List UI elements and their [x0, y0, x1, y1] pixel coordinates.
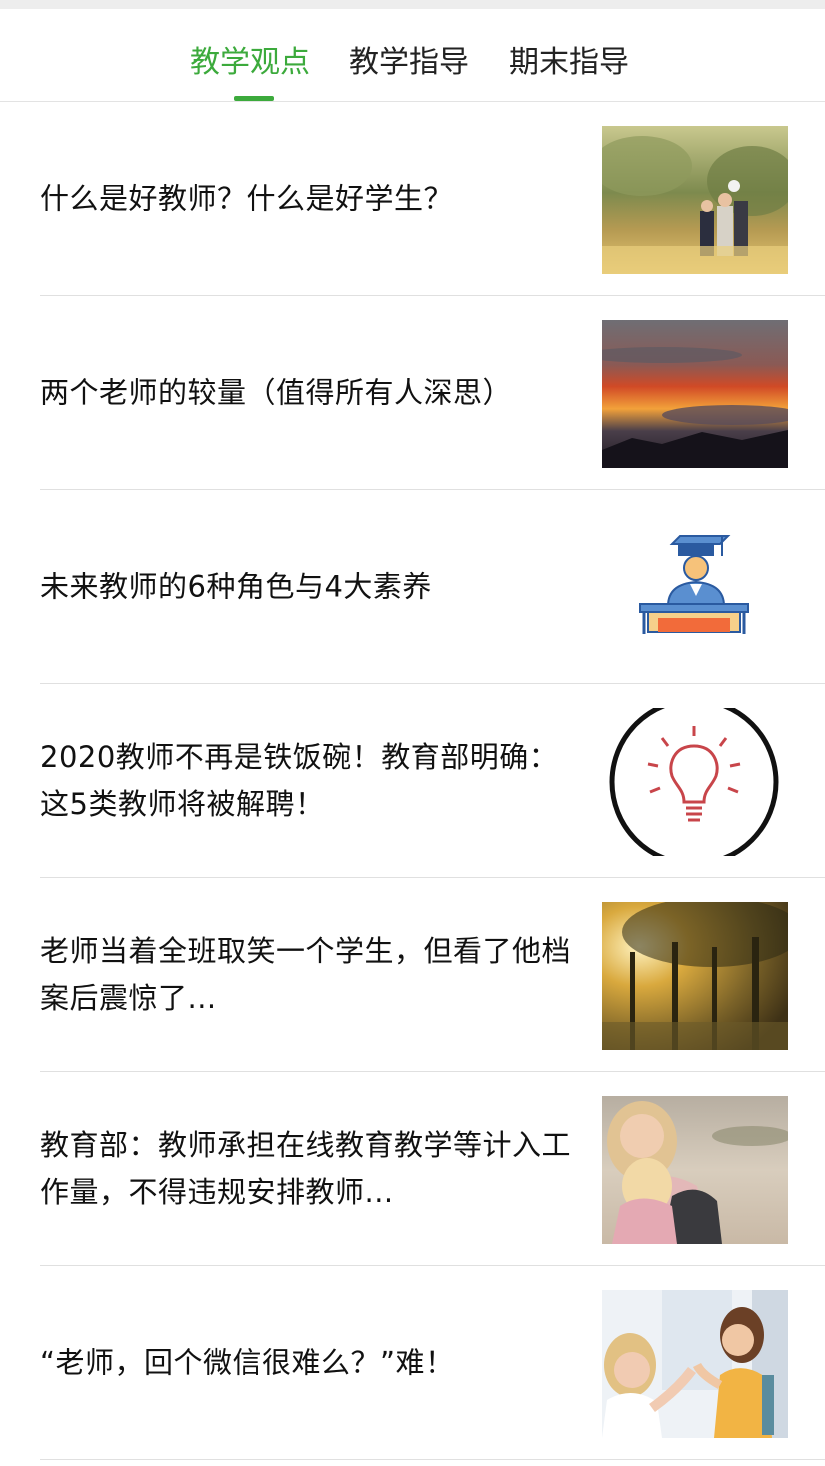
mother-hugging-child-photo	[602, 1096, 788, 1244]
tab-teaching-views[interactable]: 教学观点	[190, 43, 310, 83]
article-title: 教育部：教师承担在线教育教学等计入工作量，不得违规安排教师...	[40, 1127, 572, 1209]
article-title: 老师当着全班取笑一个学生，但看了他档案后震惊了...	[40, 933, 572, 1015]
article-title: 未来教师的6种角色与4大素养	[40, 569, 432, 603]
family-in-field-photo	[602, 126, 788, 274]
sunlit-trees-photo	[602, 902, 788, 1050]
list-item[interactable]: “老师，回个微信很难么？”难！	[40, 1266, 825, 1460]
lightbulb-icon	[602, 708, 788, 856]
sunset-clouds-photo	[602, 320, 788, 468]
status-strip	[0, 0, 825, 9]
list-item[interactable]: 老师当着全班取笑一个学生，但看了他档案后震惊了...	[40, 878, 825, 1072]
teacher-high-five-student-photo	[602, 1290, 788, 1438]
list-item[interactable]: 什么是好教师？什么是好学生？	[40, 102, 825, 296]
graduate-at-desk-icon	[602, 514, 788, 662]
tab-bar: 教学观点 教学指导 期末指导	[0, 9, 825, 102]
list-item[interactable]: 教育部：教师承担在线教育教学等计入工作量，不得违规安排教师...	[40, 1072, 825, 1266]
list-item[interactable]: 2020教师不再是铁饭碗！教育部明确：这5类教师将被解聘！	[40, 684, 825, 878]
article-list: 什么是好教师？什么是好学生？ 两个老师的较量（值得所有人深思） 未来教师的6种角…	[0, 102, 825, 1460]
active-tab-indicator	[234, 96, 274, 101]
article-title: “老师，回个微信很难么？”难！	[40, 1345, 455, 1379]
tab-final-exam-guidance[interactable]: 期末指导	[509, 43, 629, 83]
list-item[interactable]: 未来教师的6种角色与4大素养	[40, 490, 825, 684]
list-item[interactable]: 两个老师的较量（值得所有人深思）	[40, 296, 825, 490]
article-title: 两个老师的较量（值得所有人深思）	[40, 375, 513, 409]
tab-teaching-guidance[interactable]: 教学指导	[349, 43, 469, 83]
article-title: 2020教师不再是铁饭碗！教育部明确：这5类教师将被解聘！	[40, 739, 559, 821]
article-title: 什么是好教师？什么是好学生？	[40, 181, 454, 215]
